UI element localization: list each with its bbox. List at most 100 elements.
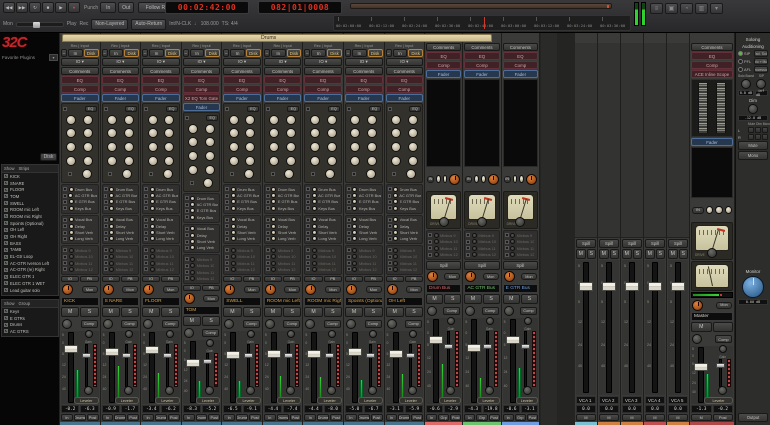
master-trim-knob[interactable]: [706, 206, 713, 214]
send-level-knob[interactable]: [150, 261, 155, 266]
solo-button[interactable]: S: [202, 316, 220, 326]
fader-processor-button[interactable]: Fader: [691, 138, 733, 146]
fader-processor-button[interactable]: Fader: [304, 94, 342, 102]
mute-button[interactable]: M: [345, 307, 363, 317]
solo-button[interactable]: S: [80, 307, 98, 317]
send-enable-button[interactable]: [306, 224, 310, 228]
comp-mini-slider[interactable]: [409, 344, 412, 387]
meter-point-button[interactable]: Post: [330, 414, 342, 421]
eq-freq-knob[interactable]: [327, 128, 337, 138]
send-level-knob[interactable]: [352, 254, 357, 259]
eq-freq-knob[interactable]: [367, 128, 377, 138]
send-enable-button[interactable]: [63, 224, 67, 228]
send-enable-button[interactable]: [63, 187, 67, 191]
comments-button[interactable]: Comments: [61, 67, 99, 75]
record-arm-button[interactable]: –: [142, 49, 148, 57]
comp-threshold-knob[interactable]: [305, 319, 315, 329]
send-level-knob[interactable]: [150, 236, 155, 241]
input-monitor-button[interactable]: In: [183, 414, 195, 421]
mute-button[interactable]: M: [61, 307, 79, 317]
track-name-plate[interactable]: KICK: [61, 297, 99, 306]
eq-freq-knob[interactable]: [164, 156, 174, 166]
send-enable-button[interactable]: [388, 231, 392, 235]
pfl-radio[interactable]: [738, 59, 743, 64]
group-tab-drums[interactable]: Drums: [62, 34, 492, 42]
comments-button[interactable]: Comments: [503, 43, 538, 51]
comments-button[interactable]: Comments: [345, 67, 383, 75]
strip-list-item-tom[interactable]: ✓TOM: [2, 193, 58, 200]
group-assign-button[interactable]: Grp: [515, 414, 526, 421]
comp-mini-slider[interactable]: [125, 344, 128, 387]
comments-button[interactable]: Comments: [691, 43, 733, 51]
input-monitor-button[interactable]: In: [264, 414, 276, 421]
pb-button[interactable]: PB: [161, 276, 179, 282]
comments-button[interactable]: Comments: [264, 67, 302, 75]
spill-button[interactable]: Spill: [645, 239, 665, 248]
eq-gain-knob[interactable]: [66, 115, 76, 125]
leveler-mode-button[interactable]: Leveler: [399, 397, 424, 404]
solo-button[interactable]: S: [444, 294, 461, 304]
leveler-mode-button[interactable]: Leveler: [196, 397, 221, 404]
comp-processor-button[interactable]: Comp: [503, 61, 538, 69]
mute-button[interactable]: M: [599, 414, 619, 421]
output-routing-button[interactable]: IO: [102, 276, 120, 282]
pan-knob[interactable]: [504, 271, 515, 282]
send-enable-button[interactable]: [63, 206, 67, 210]
comp-threshold-knob[interactable]: [427, 306, 437, 316]
auto-return-button[interactable]: Auto-Return: [131, 19, 166, 30]
peak-readout[interactable]: -5.9: [405, 405, 423, 413]
leveler-mode-button[interactable]: Leveler: [115, 397, 140, 404]
send-level-knob[interactable]: [69, 267, 74, 272]
comments-button[interactable]: Comments: [464, 43, 499, 51]
send-level-knob[interactable]: [352, 206, 357, 211]
mute-button[interactable]: M: [386, 307, 404, 317]
send-enable-button[interactable]: [428, 240, 432, 244]
send-enable-button[interactable]: [63, 194, 67, 198]
strip-list-item-elec-gtr-1[interactable]: ✓ELEC GTR 1: [2, 273, 58, 280]
send-level-knob[interactable]: [393, 230, 398, 235]
pb-button[interactable]: PB: [283, 276, 301, 282]
send-enable-button[interactable]: [306, 237, 310, 241]
solo-button[interactable]: S: [405, 307, 423, 317]
strip-list-item-elec-gtr-1-wet[interactable]: ✓ELEC GTR 1 WET: [2, 280, 58, 287]
meter-point-button[interactable]: Post: [290, 414, 302, 421]
solo-button[interactable]: S: [324, 307, 342, 317]
strip-list-item-ac-gtr-re-right[interactable]: ✓AC-GTR (re) Right: [2, 267, 58, 274]
send-level-knob[interactable]: [150, 187, 155, 192]
bus-input-button[interactable]: IN: [465, 176, 472, 183]
eq-in-toggle[interactable]: [63, 107, 67, 111]
send-enable-button[interactable]: [185, 240, 189, 244]
eq-gain-knob[interactable]: [310, 142, 320, 152]
comp-threshold-knob[interactable]: [692, 334, 702, 344]
bus-tone-knob[interactable]: [481, 175, 486, 183]
send-enable-button[interactable]: [144, 194, 148, 198]
checkbox-icon[interactable]: ✓: [4, 201, 8, 205]
track-name-plate[interactable]: OH Left: [386, 297, 424, 306]
strip-list-item-kick[interactable]: ✓KICK: [2, 173, 58, 180]
send-enable-button[interactable]: [144, 224, 148, 228]
input-monitor-button[interactable]: In: [142, 414, 154, 421]
group-list-item-keys[interactable]: ✓Keys: [2, 308, 58, 315]
mute-button[interactable]: M: [691, 414, 712, 421]
input-monitor-button[interactable]: In: [426, 414, 437, 421]
comp-enable-button[interactable]: Comp: [121, 320, 138, 328]
fader-track[interactable]: [190, 341, 196, 403]
send-enable-button[interactable]: [185, 203, 189, 207]
solo-boost-value[interactable]: 0.0 dB: [738, 90, 754, 96]
output-routing-button[interactable]: IO: [61, 276, 79, 282]
comp-threshold-knob[interactable]: [387, 319, 397, 329]
send-level-knob[interactable]: [190, 270, 195, 275]
fader-handle[interactable]: [429, 336, 443, 344]
comp-processor-button[interactable]: Comp: [223, 85, 261, 93]
send-enable-button[interactable]: [266, 261, 270, 265]
window-icon[interactable]: ▣: [665, 3, 678, 14]
fader-track[interactable]: [149, 332, 155, 403]
send-enable-button[interactable]: [347, 248, 351, 252]
punch-out-button[interactable]: Out: [118, 2, 134, 13]
eq-processor-button[interactable]: EQ: [183, 76, 221, 84]
sip-level-value[interactable]: -inf dB: [755, 90, 768, 96]
solo-button[interactable]: S: [587, 249, 597, 259]
send-enable-button[interactable]: [104, 261, 108, 265]
send-level-knob[interactable]: [109, 199, 114, 204]
eq-freq-knob[interactable]: [83, 115, 93, 125]
